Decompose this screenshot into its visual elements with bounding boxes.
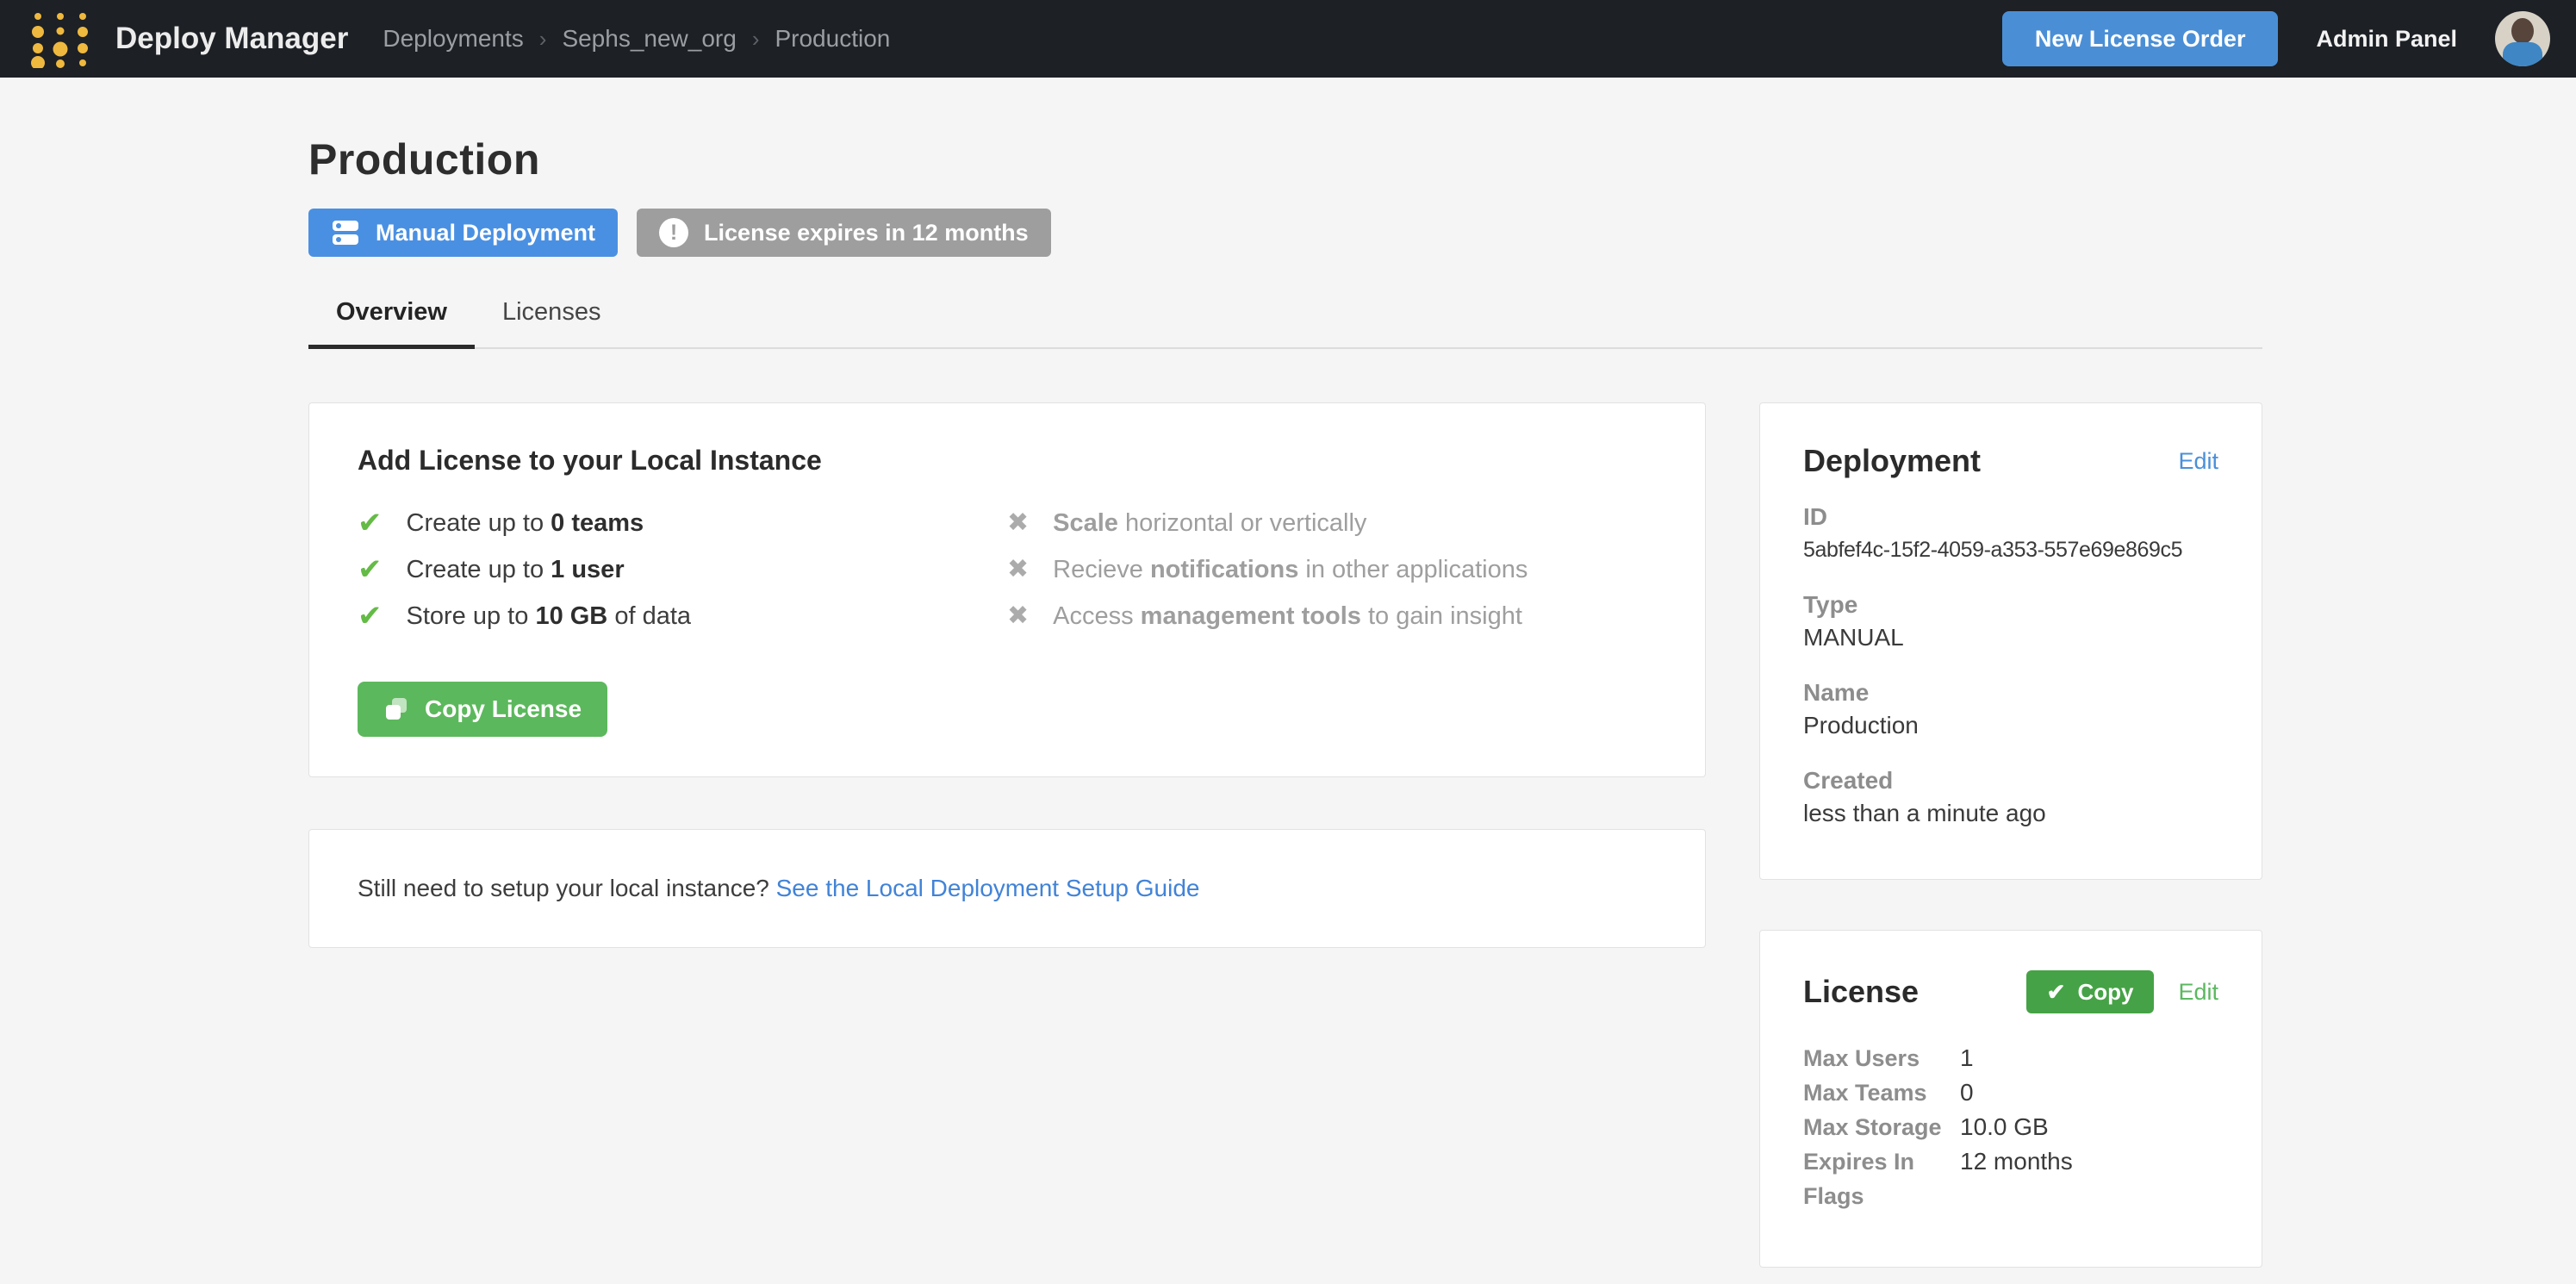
feature-text: Recieve notifications in other applicati…: [1053, 552, 1528, 587]
feature-allowed-storage: ✔ Store up to 10 GB of data: [358, 599, 1007, 633]
check-icon: ✔: [358, 555, 383, 584]
tab-overview[interactable]: Overview: [308, 298, 475, 347]
main-column: Add License to your Local Instance ✔ Cre…: [308, 402, 1706, 948]
license-card: License ✔ Copy Edit Max Users 1: [1759, 930, 2262, 1268]
exclamation-icon: !: [659, 218, 688, 247]
deployment-edit-link[interactable]: Edit: [2178, 448, 2218, 475]
field-value: 10.0 GB: [1948, 1110, 2049, 1144]
feature-text: Access management tools to gain insight: [1053, 599, 1522, 633]
license-field-max-users: Max Users 1: [1803, 1041, 2218, 1075]
field-label: ID: [1803, 502, 2218, 533]
deployment-field-created: Created less than a minute ago: [1803, 765, 2218, 831]
manual-deployment-badge: Manual Deployment: [308, 209, 618, 257]
add-license-card: Add License to your Local Instance ✔ Cre…: [308, 402, 1706, 777]
breadcrumb-org[interactable]: Sephs_new_org: [562, 25, 736, 53]
tab-licenses[interactable]: Licenses: [475, 298, 628, 347]
server-stack-icon: [331, 218, 360, 247]
field-label: Flags: [1803, 1179, 1948, 1213]
license-copy-button[interactable]: ✔ Copy: [2026, 970, 2155, 1013]
x-icon: ✖: [1007, 603, 1029, 629]
field-label: Max Users: [1803, 1041, 1948, 1075]
copy-license-button[interactable]: Copy License: [358, 682, 607, 737]
field-value: 5abfef4c-15f2-4059-a353-557e69e869c5: [1803, 533, 2218, 567]
allowed-feature-list: ✔ Create up to 0 teams ✔ Create up to 1 …: [358, 506, 1007, 645]
tab-bar: Overview Licenses: [308, 298, 2262, 349]
breadcrumb-deployments[interactable]: Deployments: [383, 25, 523, 53]
license-field-max-teams: Max Teams 0: [1803, 1075, 2218, 1110]
feature-text: Create up to 1 user: [407, 552, 625, 587]
page-content: Production Manual Deployment ! License e…: [0, 78, 2576, 1268]
field-label: Created: [1803, 765, 2218, 796]
feature-allowed-users: ✔ Create up to 1 user: [358, 552, 1007, 587]
feature-text: Create up to 0 teams: [407, 506, 644, 540]
deployment-card-title: Deployment: [1803, 443, 1981, 479]
license-field-flags: Flags: [1803, 1179, 2218, 1213]
x-icon: ✖: [1007, 557, 1029, 583]
deployment-card: Deployment Edit ID 5abfef4c-15f2-4059-a3…: [1759, 402, 2262, 880]
copy-license-button-label: Copy License: [425, 695, 582, 723]
avatar-torso-shape: [2503, 42, 2542, 66]
field-value: [1948, 1179, 1960, 1213]
navbar-right-group: New License Order Admin Panel: [2002, 11, 2550, 66]
denied-feature-list: ✖ Scale horizontal or vertically ✖ Recie…: [1007, 506, 1657, 645]
add-license-card-title: Add License to your Local Instance: [358, 445, 1657, 477]
field-label: Name: [1803, 677, 2218, 708]
license-copy-button-label: Copy: [2077, 979, 2133, 1006]
license-expiry-badge: ! License expires in 12 months: [637, 209, 1051, 257]
field-label: Max Storage: [1803, 1110, 1948, 1144]
copy-icon: [383, 696, 409, 722]
breadcrumb-production[interactable]: Production: [775, 25, 890, 53]
new-license-order-button[interactable]: New License Order: [2002, 11, 2279, 66]
app-logo-icon[interactable]: [26, 9, 93, 68]
license-field-max-storage: Max Storage 10.0 GB: [1803, 1110, 2218, 1144]
field-label: Type: [1803, 589, 2218, 620]
field-value: MANUAL: [1803, 620, 2218, 655]
setup-guide-text: Still need to setup your local instance?: [358, 875, 776, 901]
badges-row: Manual Deployment ! License expires in 1…: [308, 209, 2262, 257]
setup-guide-link[interactable]: See the Local Deployment Setup Guide: [776, 875, 1200, 901]
deployment-field-name: Name Production: [1803, 677, 2218, 743]
page-title: Production: [308, 134, 2262, 184]
feature-denied-management: ✖ Access management tools to gain insigh…: [1007, 599, 1657, 633]
field-value: 1: [1948, 1041, 1974, 1075]
setup-guide-card: Still need to setup your local instance?…: [308, 829, 1706, 948]
feature-allowed-teams: ✔ Create up to 0 teams: [358, 506, 1007, 540]
field-value: 12 months: [1948, 1144, 2073, 1179]
check-icon: ✔: [358, 601, 383, 631]
admin-panel-link[interactable]: Admin Panel: [2316, 26, 2457, 53]
feature-denied-notifications: ✖ Recieve notifications in other applica…: [1007, 552, 1657, 587]
manual-deployment-badge-label: Manual Deployment: [376, 220, 595, 246]
check-icon: ✔: [358, 508, 383, 538]
license-field-expires-in: Expires In 12 months: [1803, 1144, 2218, 1179]
field-label: Expires In: [1803, 1144, 1948, 1179]
license-expiry-badge-label: License expires in 12 months: [704, 220, 1029, 246]
top-navbar: Deploy Manager Deployments › Sephs_new_o…: [0, 0, 2576, 78]
field-value: less than a minute ago: [1803, 796, 2218, 831]
deployment-field-id: ID 5abfef4c-15f2-4059-a353-557e69e869c5: [1803, 502, 2218, 567]
chevron-right-icon: ›: [752, 26, 760, 53]
app-title: Deploy Manager: [115, 22, 348, 56]
field-value: 0: [1948, 1075, 1974, 1110]
feature-text: Scale horizontal or vertically: [1053, 506, 1366, 540]
license-edit-link[interactable]: Edit: [2178, 979, 2218, 1006]
field-label: Max Teams: [1803, 1075, 1948, 1110]
avatar-head-shape: [2511, 18, 2534, 44]
x-icon: ✖: [1007, 510, 1029, 536]
license-card-title: License: [1803, 974, 1919, 1010]
feature-denied-scale: ✖ Scale horizontal or vertically: [1007, 506, 1657, 540]
chevron-right-icon: ›: [539, 26, 547, 53]
breadcrumb: Deployments › Sephs_new_org › Production: [383, 25, 890, 53]
field-value: Production: [1803, 708, 2218, 743]
deployment-field-type: Type MANUAL: [1803, 589, 2218, 655]
sidebar-column: Deployment Edit ID 5abfef4c-15f2-4059-a3…: [1759, 402, 2262, 1268]
feature-text: Store up to 10 GB of data: [407, 599, 692, 633]
check-icon: ✔: [2047, 979, 2066, 1006]
user-avatar[interactable]: [2495, 11, 2550, 66]
license-feature-lists: ✔ Create up to 0 teams ✔ Create up to 1 …: [358, 506, 1657, 645]
